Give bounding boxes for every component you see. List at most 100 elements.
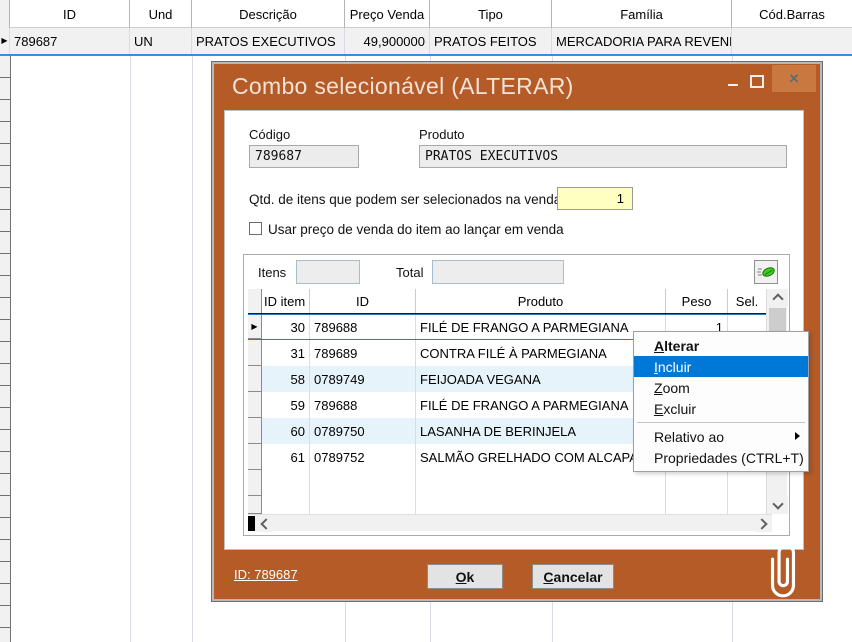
bg-cell-preco-venda[interactable]: 49,900000: [345, 28, 430, 54]
maximize-button[interactable]: [746, 71, 768, 91]
menu-item-zoom[interactable]: Zoom: [634, 377, 808, 398]
empty-cell: [310, 496, 416, 514]
grid-empty-row: [248, 470, 766, 496]
empty-cell: [728, 496, 766, 514]
clean-button[interactable]: [754, 260, 778, 284]
grid-row-selector: [248, 444, 262, 470]
bg-col-id[interactable]: ID: [10, 0, 130, 28]
minimize-button[interactable]: [722, 71, 744, 91]
cell-id[interactable]: 789688: [310, 392, 416, 418]
bg-cell-descricao[interactable]: PRATOS EXECUTIVOS: [192, 28, 345, 54]
background-row-selector-strip: [0, 56, 11, 642]
cell-id[interactable]: 0789750: [310, 418, 416, 444]
menu-item-label: oom: [663, 380, 690, 396]
cell-produto[interactable]: FILÉ DE FRANGO A PARMEGIANA: [416, 392, 666, 418]
menu-item-label: Relativo ao: [654, 429, 724, 445]
ok-button-key: O: [456, 569, 467, 585]
scroll-left-button[interactable]: [256, 515, 273, 532]
itens-label: Itens: [258, 265, 286, 280]
menu-item-propriedades[interactable]: Propriedades (CTRL+T): [634, 447, 808, 468]
bg-cell-cod-barras[interactable]: [732, 28, 852, 54]
bg-cell-und[interactable]: UN: [130, 28, 192, 54]
cell-id[interactable]: 0789752: [310, 444, 416, 470]
cancel-button[interactable]: Cancelar: [532, 564, 614, 589]
cell-id-item[interactable]: 60: [262, 418, 310, 444]
produto-field[interactable]: PRATOS EXECUTIVOS: [419, 145, 787, 168]
cell-produto[interactable]: FEIJOADA VEGANA: [416, 366, 666, 392]
itens-field[interactable]: [296, 260, 360, 284]
bg-col-tipo[interactable]: Tipo: [430, 0, 552, 28]
cell-produto[interactable]: CONTRA FILÉ À PARMEGIANA: [416, 340, 666, 366]
maximize-icon: [750, 75, 764, 88]
qtd-input[interactable]: 1: [557, 187, 633, 210]
bg-col-preco-venda[interactable]: Preço Venda: [345, 0, 430, 28]
menu-item-label: ncluir: [658, 359, 691, 375]
scroll-up-button[interactable]: [767, 289, 788, 306]
empty-cell: [416, 496, 666, 514]
qtd-label: Qtd. de itens que podem ser selecionados…: [249, 192, 561, 207]
grid-col-peso[interactable]: Peso: [666, 289, 728, 313]
scroll-down-button[interactable]: [767, 497, 788, 514]
codigo-field[interactable]: 789687: [249, 145, 359, 168]
grid-horizontal-scrollbar[interactable]: [248, 514, 772, 531]
grid-col-id[interactable]: ID: [310, 289, 416, 313]
bg-col-cod-barras[interactable]: Cód.Barras: [732, 0, 852, 28]
minimize-icon: [728, 84, 738, 86]
grid-col-id-item[interactable]: ID item: [262, 289, 310, 313]
menu-item-incluir[interactable]: Incluir: [634, 356, 808, 377]
usar-preco-checkbox[interactable]: [249, 222, 262, 235]
bg-cell-id[interactable]: 789687: [10, 28, 130, 54]
close-icon: ✕: [789, 71, 800, 87]
bg-col-und[interactable]: Und: [130, 0, 192, 28]
ok-button[interactable]: Ok: [427, 564, 503, 589]
grid-header: ID item ID Produto Peso Sel.: [248, 289, 766, 314]
cell-id-item[interactable]: 30: [262, 315, 310, 339]
grid-col-produto[interactable]: Produto: [416, 289, 666, 313]
empty-cell: [310, 470, 416, 496]
bg-col-familia[interactable]: Família: [552, 0, 732, 28]
grid-row-selector: [248, 418, 262, 444]
bg-col-descricao[interactable]: Descrição: [192, 0, 345, 28]
grid-header-selector: [248, 289, 262, 313]
id-link[interactable]: ID: 789687: [234, 567, 298, 582]
empty-cell: [728, 470, 766, 496]
empty-cell: [416, 470, 666, 496]
cell-id-item[interactable]: 61: [262, 444, 310, 470]
background-table-row[interactable]: ▶ 789687 UN PRATOS EXECUTIVOS 49,900000 …: [0, 28, 852, 56]
cancel-button-key: C: [543, 569, 553, 585]
menu-item-relativo-ao[interactable]: Relativo ao: [634, 426, 808, 447]
cell-produto[interactable]: LASANHA DE BERINJELA: [416, 418, 666, 444]
ok-button-label: k: [467, 569, 475, 585]
close-button[interactable]: ✕: [772, 65, 816, 92]
menu-item-excluir[interactable]: Excluir: [634, 398, 808, 419]
total-field[interactable]: [432, 260, 564, 284]
cell-id[interactable]: 789689: [310, 340, 416, 366]
menu-item-key: A: [654, 338, 664, 354]
cancel-button-label: ancelar: [554, 569, 603, 585]
submenu-arrow-icon: [795, 432, 800, 440]
cell-id[interactable]: 789688: [310, 315, 416, 339]
menu-item-alterar[interactable]: Alterar: [634, 335, 808, 356]
grid-row-selector: [248, 470, 262, 496]
bg-cell-tipo[interactable]: PRATOS FEITOS: [430, 28, 552, 54]
cell-id-item[interactable]: 58: [262, 366, 310, 392]
horizontal-scroll-thumb[interactable]: [248, 516, 255, 531]
chevron-up-icon: [772, 293, 783, 304]
grid-col-sel[interactable]: Sel.: [728, 289, 766, 313]
empty-cell: [262, 470, 310, 496]
scroll-right-button[interactable]: [755, 515, 772, 532]
cell-id[interactable]: 0789749: [310, 366, 416, 392]
grid-row-selector: [248, 496, 262, 514]
bg-gridline: [130, 56, 131, 642]
grid-empty-row: [248, 496, 766, 514]
cell-produto[interactable]: SALMÃO GRELHADO COM ALCAPARRAS: [416, 444, 666, 470]
bg-cell-familia[interactable]: MERCADORIA PARA REVENDA: [552, 28, 732, 54]
cell-produto[interactable]: FILÉ DE FRANGO A PARMEGIANA: [416, 315, 666, 339]
menu-separator: [637, 422, 805, 423]
grid-row-selector: [248, 366, 262, 392]
cell-id-item[interactable]: 59: [262, 392, 310, 418]
menu-item-label: xcluir: [663, 401, 696, 417]
cell-id-item[interactable]: 31: [262, 340, 310, 366]
broom-icon: [757, 264, 775, 280]
menu-item-key: Z: [654, 380, 663, 396]
